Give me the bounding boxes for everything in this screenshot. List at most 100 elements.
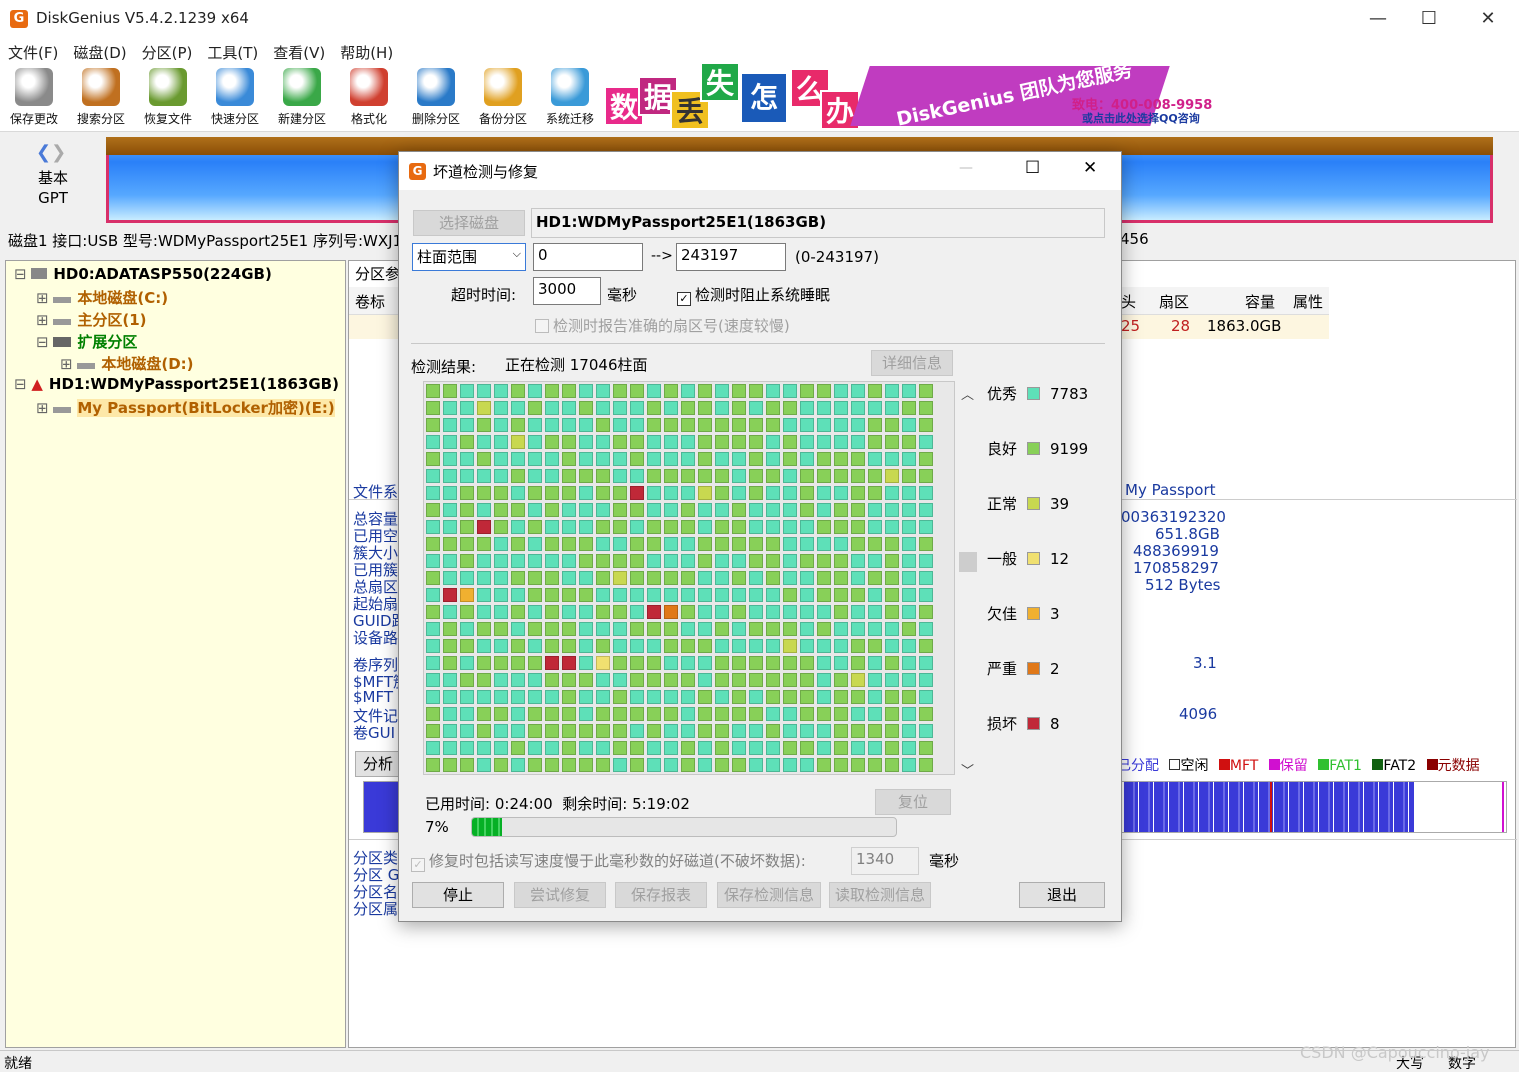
menu-view[interactable]: 查看(V) [265, 38, 332, 63]
sector-cell [630, 401, 644, 415]
tree-item-c[interactable]: ⊞ 本地磁盘(C:) [36, 287, 168, 308]
sector-cell [715, 588, 729, 602]
sector-cell [511, 486, 525, 500]
sector-cell [868, 724, 882, 738]
sector-cell [868, 435, 882, 449]
tree-item-d[interactable]: ⊞ 本地磁盘(D:) [60, 353, 194, 374]
timeout-input[interactable]: 3000 [533, 277, 601, 305]
scrollbar-thumb[interactable] [959, 552, 977, 572]
sector-cell [443, 707, 457, 721]
system-migrate-button[interactable]: 系统迁移 [536, 68, 604, 127]
sector-cell [647, 486, 661, 500]
sector-cell [511, 384, 525, 398]
sector-cell [800, 486, 814, 500]
select-disk-button[interactable]: 选择磁盘 [413, 210, 525, 236]
sector-cell [477, 673, 491, 687]
sector-cell [664, 469, 678, 483]
exit-button[interactable]: 退出 [1019, 882, 1105, 908]
save-report-button[interactable]: 保存报表 [615, 882, 707, 908]
prev-disk-icon[interactable]: ❮ [36, 142, 51, 163]
maximize-button[interactable]: ☐ [1401, 4, 1457, 34]
sector-cell [681, 469, 695, 483]
minimize-button[interactable]: — [1350, 4, 1406, 34]
ad-banner[interactable]: 数 据 丢 失 怎 么 办 DiskGenius 团队为您服务 致电：400-0… [604, 62, 1216, 128]
tree-item-hd0[interactable]: ⊟ HD0:ADATASP550(224GB) [14, 265, 272, 283]
sector-cell [681, 520, 695, 534]
dialog-maximize-button[interactable]: ☐ [1025, 158, 1040, 178]
scroll-up-icon[interactable]: ︿ [961, 384, 974, 403]
tree-item-hd1[interactable]: ⊟ ▲ HD1:WDMyPassport25E1(1863GB) [14, 375, 339, 393]
nav-arrows[interactable]: ❮❯ [36, 142, 66, 163]
menu-tools[interactable]: 工具(T) [199, 38, 265, 63]
sector-cell [800, 520, 814, 534]
close-button[interactable]: ✕ [1460, 4, 1516, 34]
sector-cell [460, 554, 474, 568]
sector-cell [664, 435, 678, 449]
prevent-sleep-checkbox[interactable]: ✓ 检测时阻止系统睡眠 [677, 284, 830, 306]
tree-item-e[interactable]: ⊞ My Passport(BitLocker加密)(E:) [36, 397, 335, 418]
sector-cell [681, 639, 695, 653]
try-repair-button[interactable]: 尝试修复 [514, 882, 606, 908]
col-capacity: 容量 [1245, 293, 1276, 311]
menu-help[interactable]: 帮助(H) [332, 38, 400, 63]
sector-cell [902, 401, 916, 415]
new-partition-button[interactable]: 新建分区 [268, 68, 336, 127]
sector-cell [545, 486, 559, 500]
repair-slow-checkbox[interactable]: ✓ 修复时包括读写速度慢于此毫秒数的好磁道(不破坏数据): [411, 850, 806, 872]
sector-cell [528, 605, 542, 619]
search-partition-button[interactable]: 搜索分区 [67, 68, 135, 127]
menu-partition[interactable]: 分区(P) [134, 38, 200, 63]
recover-files-button[interactable]: 恢复文件 [134, 68, 202, 127]
format-button[interactable]: 格式化 [335, 68, 403, 127]
sector-cell [562, 401, 576, 415]
elapsed-time: 0:24:00 [494, 795, 553, 813]
menu-file[interactable]: 文件(F) [0, 38, 65, 63]
sector-cell [460, 469, 474, 483]
report-sectors-checkbox[interactable]: 检测时报告准确的扇区号(速度较慢) [535, 315, 790, 336]
sector-cell [562, 707, 576, 721]
sector-cell [562, 520, 576, 534]
range-end-input[interactable]: 243197 [676, 243, 786, 271]
reset-button[interactable]: 复位 [875, 789, 951, 815]
save-check-info-button[interactable]: 保存检测信息 [717, 882, 821, 908]
sector-cell [494, 469, 508, 483]
dialog-close-button[interactable]: ✕ [1083, 158, 1097, 178]
analyze-button[interactable]: 分析 [355, 751, 401, 777]
stop-button[interactable]: 停止 [412, 882, 504, 908]
sector-cell [800, 537, 814, 551]
new-partition-icon [283, 68, 321, 106]
menu-disk[interactable]: 磁盘(D) [65, 38, 133, 63]
sector-cell [851, 384, 865, 398]
sector-cell [800, 639, 814, 653]
delete-partition-button[interactable]: 删除分区 [402, 68, 470, 127]
range-type-select[interactable]: 柱面范围 ⌵ [412, 243, 526, 271]
save-changes-button[interactable]: 保存更改 [0, 68, 68, 127]
sector-cell [460, 452, 474, 466]
tree-item-extended[interactable]: ⊟ 扩展分区 [36, 331, 137, 352]
sector-cell [664, 503, 678, 517]
sector-cell [817, 588, 831, 602]
sector-cell [919, 673, 933, 687]
backup-partition-button[interactable]: 备份分区 [469, 68, 537, 127]
quick-partition-button[interactable]: 快速分区 [201, 68, 269, 127]
value-ntfs-version: 3.1 [1193, 654, 1217, 672]
sector-cell [834, 758, 848, 772]
sector-cell [902, 639, 916, 653]
drive-icon [53, 297, 72, 303]
sector-cell [477, 707, 491, 721]
time-info: 已用时间: 0:24:00 剩余时间: 5:19:02 [425, 795, 690, 813]
detail-info-button[interactable]: 详细信息 [871, 350, 953, 376]
tree-item-primary[interactable]: ⊞ 主分区(1) [36, 309, 147, 330]
tab-partition-params[interactable]: 分区参 [355, 263, 400, 284]
sector-cell [426, 384, 440, 398]
dialog-minimize-button[interactable]: — [959, 160, 973, 176]
next-disk-icon[interactable]: ❯ [51, 142, 66, 163]
sector-cell [851, 418, 865, 432]
range-start-input[interactable]: 0 [533, 243, 643, 271]
sector-cell [664, 537, 678, 551]
sector-cell [528, 537, 542, 551]
repair-ms-input[interactable]: 1340 [851, 847, 919, 875]
legend-swatch [1027, 497, 1041, 510]
scroll-down-icon[interactable]: ﹀ [961, 760, 974, 779]
load-check-info-button[interactable]: 读取检测信息 [829, 882, 931, 908]
